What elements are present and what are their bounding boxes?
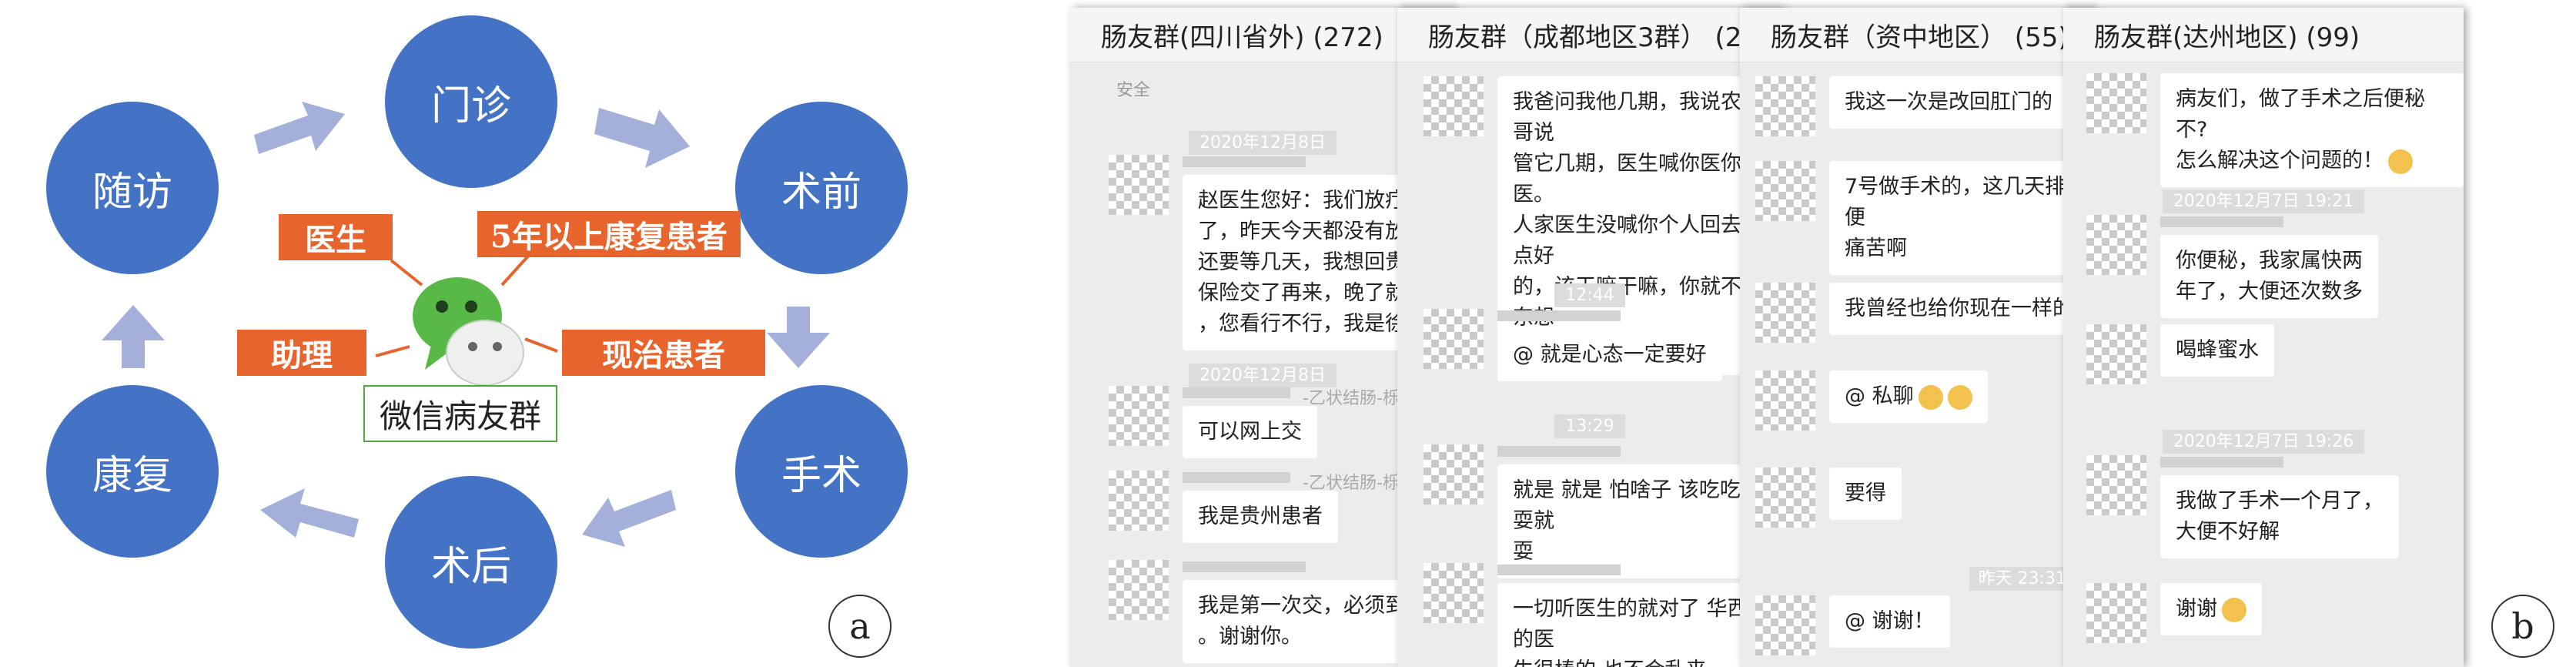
emoji-icon: [2222, 597, 2246, 622]
timestamp: 2020年12月7日 19:26: [2063, 427, 2464, 454]
tag-doctor: 医生: [279, 214, 393, 260]
message: 喝蜂蜜水: [2086, 324, 2274, 384]
pointer-doctor: [390, 259, 423, 287]
message: 就是 就是 怕啥子 该吃吃该耍就 耍: [1423, 444, 1782, 578]
arrow-preop-to-surgery: [767, 307, 830, 368]
avatar: [2086, 73, 2146, 133]
node-recovery: 康复: [46, 385, 219, 558]
message: @ 谢谢！: [1755, 595, 1950, 655]
avatar: [1423, 444, 1484, 504]
arrow-clinic-to-preop: [594, 108, 690, 168]
avatar: [1109, 560, 1169, 620]
chat-window-dazhou: 肠友群(达州地区) (99) 病友们，做了手术之后便秘不? 怎么解决这个问题的！…: [2063, 8, 2464, 667]
message: 我做了手术一个月了， 大便不好解: [2086, 455, 2399, 558]
avatar: [1755, 283, 1815, 343]
wechat-icon: [413, 277, 524, 386]
arrow-postop-to-recovery: [260, 488, 359, 538]
chat-title: 肠友群(达州地区) (99): [2063, 8, 2464, 62]
message: @ 私聊: [1755, 370, 1988, 431]
message: 我是第一次交，必须到当 。谢谢你。: [1109, 560, 1442, 663]
message: 要得: [1755, 468, 1902, 528]
avatar: [1423, 76, 1484, 136]
message: @ 就是心态一定要好: [1423, 309, 1722, 381]
emoji-icon: [2388, 149, 2413, 174]
avatar: [1755, 161, 1815, 221]
timestamp: 13:29: [1397, 414, 1782, 438]
avatar: [1423, 309, 1484, 369]
node-preop: 术前: [735, 102, 908, 274]
node-postop: 术后: [385, 476, 557, 649]
arrow-surgery-to-postop: [582, 490, 676, 547]
node-clinic: 门诊: [385, 15, 557, 188]
message: 我曾经也给你现在一样的: [1755, 283, 2089, 343]
chat-screenshots: 肠友群(四川省外) (272) 安全 2020年12月8日 赵医生您好：我们放疗…: [1055, 0, 2576, 667]
avatar: [1755, 370, 1815, 431]
avatar: [1755, 76, 1815, 136]
timestamp: 2020年12月7日 19:21: [2063, 187, 2464, 213]
avatar: [2086, 455, 2146, 515]
panel-letter-a: a: [828, 595, 892, 658]
tag-veteran-patients: 5年以上康复患者: [477, 211, 741, 257]
message: 你便秘，我家属快两 年了，大便还次数多: [2086, 215, 2378, 318]
avatar: [1755, 595, 1815, 655]
chat-window-zizhong: 肠友群（资中地区） (55) 我这一次是改回肛门的 7号做手术的，这几天排便 痛…: [1740, 8, 2094, 667]
message: 我这一次是改回肛门的: [1755, 76, 2068, 136]
wechat-group-label: 微信病友群: [363, 385, 557, 442]
message: 可以网上交: [1109, 386, 1317, 458]
chat-title: 肠友群（资中地区） (55): [1740, 8, 2094, 62]
node-followup: 随访: [46, 102, 219, 274]
avatar: [1755, 468, 1815, 528]
avatar: [2086, 324, 2146, 384]
arrow-followup-to-clinic: [254, 102, 345, 154]
pointer-assistant: [375, 345, 410, 357]
message: 谢谢: [2086, 583, 2262, 643]
message: 7号做手术的，这几天排便 痛苦啊: [1755, 161, 2094, 275]
avatar: [1423, 563, 1484, 623]
arrow-recovery-to-followup: [102, 305, 165, 368]
pointer-current: [524, 337, 558, 353]
care-cycle-diagram: 门诊 术前 手术 术后 康复 随访 医生 5年以上康复患者 助理 现治患者 微信…: [0, 0, 924, 667]
emoji-icon: [1918, 384, 1943, 410]
chat-title: 肠友群（成都地区3群） (272): [1397, 8, 1782, 62]
avatar: [1109, 386, 1169, 446]
panel-letter-b: b: [2491, 595, 2554, 658]
message: 病友们，做了手术之后便秘不? 怎么解决这个问题的！: [2086, 73, 2464, 187]
message: 一切听医生的就对了 华西的医 生很棒的 也不会乱来: [1423, 563, 1782, 667]
avatar: [1109, 471, 1169, 531]
timestamp: 12:44: [1397, 283, 1782, 307]
message: 赵医生您好：我们放疗的 了，昨天今天都没有放疗 还要等几天，我想回贵州 保险交了…: [1109, 155, 1442, 350]
avatar: [2086, 215, 2146, 275]
pointer-veteran: [500, 251, 533, 287]
emoji-icon: [1947, 384, 1972, 410]
avatar: [1109, 155, 1169, 215]
node-surgery: 手术: [735, 385, 908, 558]
chat-notice: 安全: [1116, 81, 1151, 100]
chat-window-chengdu-3: 肠友群（成都地区3群） (272) 我爸问我他几期，我说农夫哥说 管它几期，医生…: [1397, 8, 1782, 667]
avatar: [2086, 583, 2146, 643]
tag-current-patients: 现治患者: [562, 330, 765, 376]
tag-assistant: 助理: [237, 330, 366, 376]
timestamp: 昨天 23:31: [1969, 565, 2076, 591]
